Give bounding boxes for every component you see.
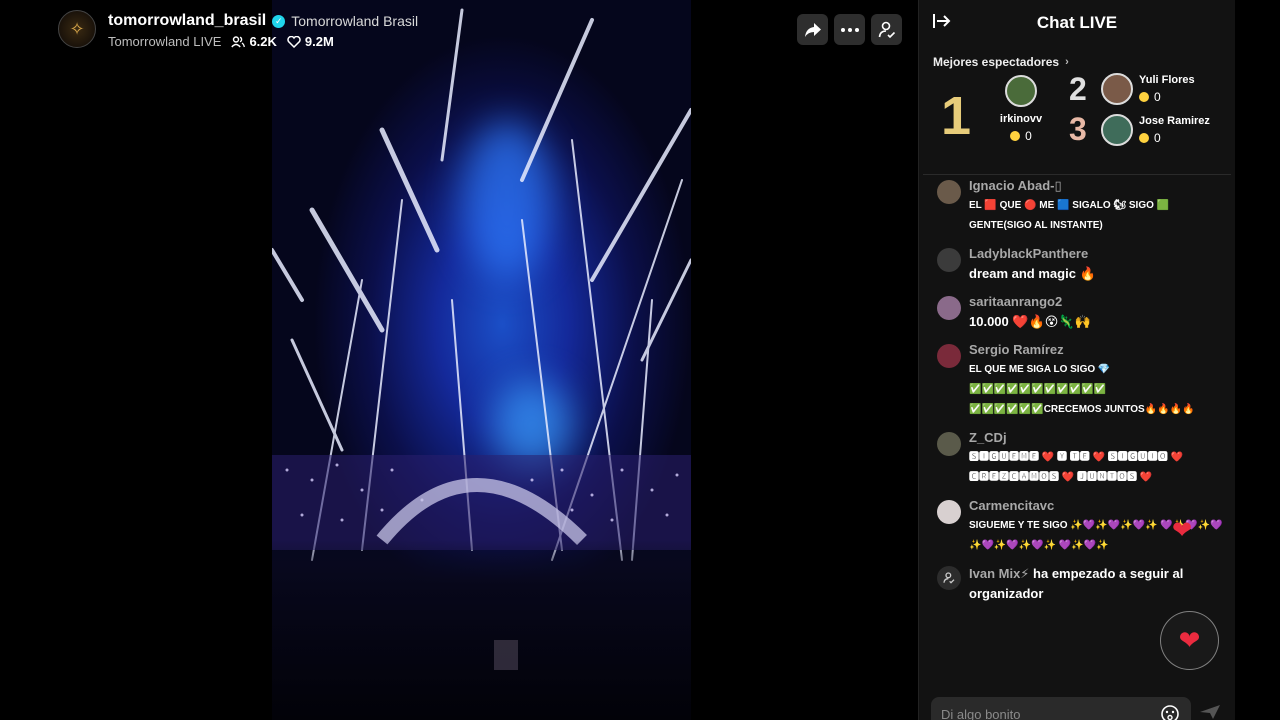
viewer-name: Yuli Flores <box>1139 74 1195 86</box>
viewer-coins: 0 <box>1154 90 1161 104</box>
avatar <box>1101 73 1133 105</box>
chat-text: dream and magic 🔥 <box>969 266 1096 281</box>
host-info: ✧ tomorrowland_brasil ✓ Tomorrowland Bra… <box>58 10 418 49</box>
like-icon <box>287 35 301 48</box>
avatar[interactable] <box>937 180 961 204</box>
video-stage: ✧ tomorrowland_brasil ✓ Tomorrowland Bra… <box>0 0 918 720</box>
chat-username[interactable]: Carmencitavc <box>969 496 1231 516</box>
rank-3: 3 <box>1069 111 1087 147</box>
avatar <box>1101 114 1133 146</box>
viewer-name: irkinovv <box>999 113 1043 125</box>
chat-text: 🆂🅸🅶🆄🅴🅼🅴 ❤️ 🆈 🆃🅴 ❤️ 🆂🅸🅶🆄🅸🅾 ❤️ 🅲🆁🅴🆉🅲🅰🅼🅾🆂 ❤… <box>969 452 1184 483</box>
like-count-value: 9.2M <box>304 34 334 49</box>
more-button[interactable] <box>834 14 865 45</box>
avatar[interactable] <box>937 248 961 272</box>
coin-icon <box>1139 92 1149 102</box>
top-viewer-3[interactable]: Jose Ramirez 0 <box>1101 114 1210 146</box>
follow-button[interactable] <box>871 14 902 45</box>
share-icon <box>804 22 821 37</box>
viewer-count: 6.2K <box>231 34 277 49</box>
coin-icon <box>1139 133 1149 143</box>
heart-icon: ❤ <box>1178 625 1201 655</box>
chat-input[interactable] <box>941 706 1141 720</box>
chat-username[interactable]: saritaanrango2 <box>969 292 1231 312</box>
like-count: 9.2M <box>287 34 334 49</box>
chat-message: Ignacio Abad-▯ EL 🟥 QUE 🔴 ME 🟦 SIGALO 🐿 … <box>919 176 1235 236</box>
video-actions <box>797 14 902 45</box>
live-video[interactable] <box>272 0 691 720</box>
chat-username[interactable]: LadyblackPanthere <box>969 244 1231 264</box>
chat-message: LadyblackPanthere dream and magic 🔥 <box>919 244 1235 284</box>
avatar[interactable] <box>937 344 961 368</box>
chat-username[interactable]: Z_CDj <box>969 428 1231 448</box>
host-display-name: Tomorrowland Brasil <box>291 13 419 29</box>
follow-user-icon <box>878 21 895 38</box>
chat-username[interactable]: Ignacio Abad-▯ <box>969 176 1231 196</box>
chat-username[interactable]: Sergio Ramírez <box>969 340 1231 360</box>
chat-text: 10.000 ❤️🔥😵🦎🙌 <box>969 314 1091 329</box>
chat-message: Sergio Ramírez EL QUE ME SIGA LO SIGO 💎 … <box>919 340 1235 420</box>
stage-lights <box>272 8 691 720</box>
viewer-coins: 0 <box>1154 131 1161 145</box>
rank-1: 1 <box>941 86 972 146</box>
chat-title: Chat LIVE <box>1036 12 1118 32</box>
chat-message: saritaanrango2 10.000 ❤️🔥😵🦎🙌 <box>919 292 1235 332</box>
collapse-chat-icon[interactable] <box>933 13 951 29</box>
avatar[interactable] <box>937 500 961 524</box>
viewers-icon <box>231 35 246 47</box>
more-icon <box>840 27 859 32</box>
viewer-name: Jose Ramirez <box>1139 115 1210 127</box>
top-viewers-podium: 1 irkinovv 0 2 Yuli Flores 0 3 Jose Rami… <box>923 71 1231 175</box>
avatar[interactable] <box>937 296 961 320</box>
emoji-icon[interactable] <box>1161 705 1179 720</box>
chat-text: EL 🟥 QUE 🔴 ME 🟦 SIGALO 🐿 SIGO 🟩 GENTE(SI… <box>969 200 1170 231</box>
host-username[interactable]: tomorrowland_brasil <box>108 12 266 30</box>
top-viewers-label: Mejores espectadores <box>933 55 1060 69</box>
system-username[interactable]: Ivan Mix⚡ <box>969 566 1029 581</box>
share-button[interactable] <box>797 14 828 45</box>
like-button[interactable]: ❤ <box>1160 611 1219 670</box>
system-message: Ivan Mix⚡ ha empezado a seguir al organi… <box>919 564 1235 604</box>
viewer-count-value: 6.2K <box>249 34 277 49</box>
chevron-right-icon: › <box>1065 56 1069 68</box>
avatar <box>1005 75 1037 107</box>
chat-message: Z_CDj 🆂🅸🅶🆄🅴🅼🅴 ❤️ 🆈 🆃🅴 ❤️ 🆂🅸🅶🆄🅸🅾 ❤️ 🅲🆁🅴🆉🅲… <box>919 428 1235 488</box>
coin-icon <box>1010 131 1021 141</box>
chat-text: EL QUE ME SIGA LO SIGO 💎 ✅✅✅✅✅✅✅✅✅✅✅ ✅✅✅… <box>969 364 1195 415</box>
live-title: Tomorrowland LIVE <box>108 34 222 49</box>
top-viewer-2[interactable]: Yuli Flores 0 <box>1101 73 1195 105</box>
host-avatar[interactable]: ✧ <box>58 10 96 48</box>
viewer-coins: 0 <box>1025 129 1032 143</box>
rank-2: 2 <box>1069 71 1087 107</box>
verified-icon: ✓ <box>272 14 286 28</box>
top-viewer-1[interactable]: irkinovv 0 <box>999 75 1043 143</box>
floating-heart-icon: ❤ <box>1172 517 1193 544</box>
send-icon[interactable] <box>1199 704 1221 720</box>
chat-header: Chat LIVE <box>919 0 1235 45</box>
top-viewers-link[interactable]: Mejores espectadores › <box>919 45 1235 69</box>
avatar[interactable] <box>937 432 961 456</box>
follow-user-icon <box>937 566 961 590</box>
chat-input-box <box>931 697 1191 720</box>
